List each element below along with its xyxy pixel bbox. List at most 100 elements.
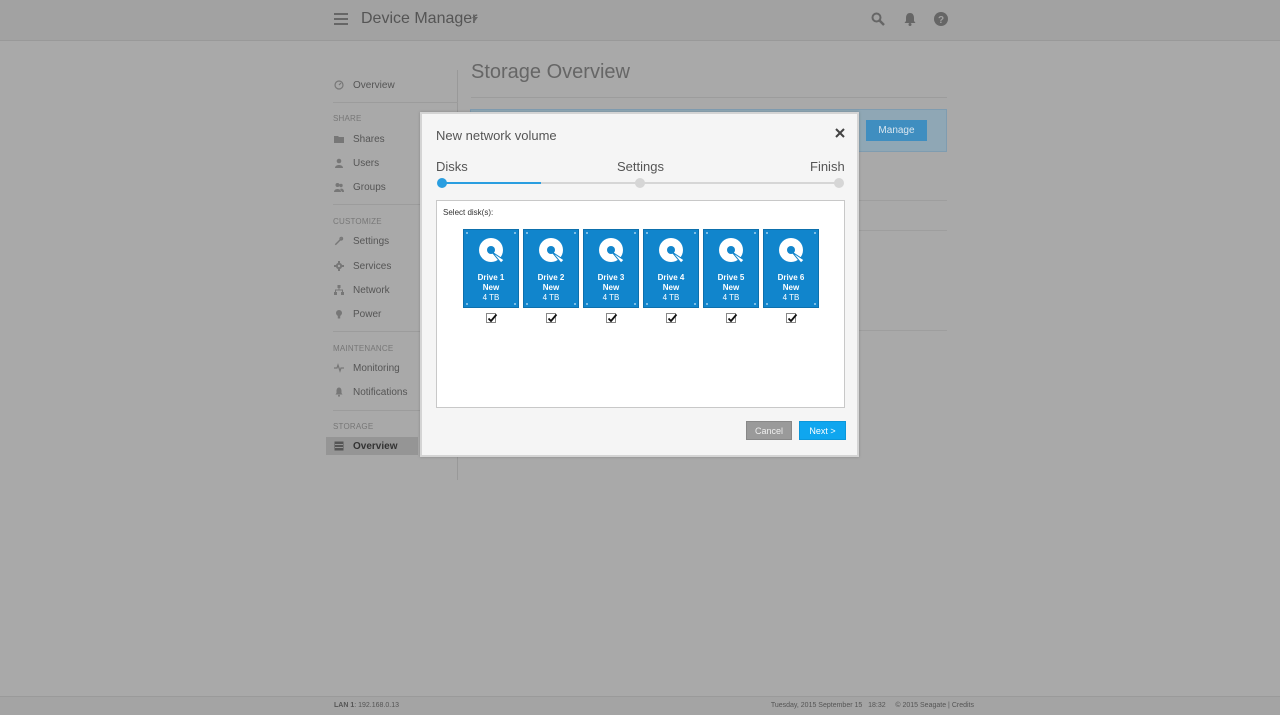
step-indicator-finish [834, 178, 844, 188]
section-storage: STORAGE [333, 422, 374, 431]
credits-link[interactable]: Credits [952, 702, 974, 709]
sidebar-item-power[interactable]: Power [326, 305, 418, 323]
divider [858, 200, 947, 201]
footer-info: Tuesday, 2015 September 15 18:32 © 2015 … [771, 702, 974, 709]
screw [646, 303, 648, 305]
hard-drive-icon [599, 238, 625, 264]
screw [526, 232, 528, 234]
divider [858, 330, 947, 331]
next-button[interactable]: Next > [799, 421, 846, 440]
drive-tile[interactable]: Drive 1 New 4 TB [463, 229, 519, 308]
drive-size: 4 TB [602, 293, 620, 302]
hard-drive-icon [779, 238, 805, 264]
hard-drive-icon [479, 238, 505, 264]
top-bar: Device Manager ? [0, 0, 1280, 41]
drive-tile[interactable]: Drive 4 New 4 TB [643, 229, 699, 308]
sidebar-item-label: Overview [353, 79, 395, 91]
drive-size: 4 TB [482, 293, 500, 302]
dialog-title: New network volume [436, 128, 557, 143]
drive-tile[interactable]: Drive 2 New 4 TB [523, 229, 579, 308]
drive-status: New [542, 283, 560, 292]
screw [574, 232, 576, 234]
close-icon[interactable] [832, 125, 848, 141]
screw [634, 232, 636, 234]
gear-icon [334, 261, 344, 271]
step-settings: Settings [617, 159, 664, 174]
screw [586, 303, 588, 305]
drive-tile[interactable]: Drive 3 New 4 TB [583, 229, 639, 308]
app-dropdown-caret-icon[interactable] [472, 17, 478, 21]
divider [858, 230, 947, 231]
user-icon [335, 158, 343, 168]
drive-size: 4 TB [722, 293, 740, 302]
drive-checkbox[interactable] [546, 313, 558, 323]
checkmark-icon [667, 313, 678, 323]
network-icon [334, 285, 344, 295]
sidebar-item-notifications[interactable]: Notifications [326, 383, 418, 401]
screw [754, 232, 756, 234]
sidebar-item-network[interactable]: Network [326, 281, 418, 299]
sidebar-item-storage-overview[interactable]: Overview [326, 437, 418, 455]
sidebar-item-settings[interactable]: Settings [326, 232, 418, 250]
screw [766, 232, 768, 234]
sidebar-item-users[interactable]: Users [326, 154, 418, 172]
drive-tile[interactable]: Drive 5 New 4 TB [703, 229, 759, 308]
drive-name: Drive 2 [537, 273, 565, 282]
screw [586, 232, 588, 234]
drive-size: 4 TB [662, 293, 680, 302]
drive-name: Drive 3 [597, 273, 625, 282]
drive-status: New [482, 283, 500, 292]
drive-status: New [782, 283, 800, 292]
screw [466, 232, 468, 234]
app-title[interactable]: Device Manager [361, 10, 478, 28]
drive-tile[interactable]: Drive 6 New 4 TB [763, 229, 819, 308]
sidebar-item-label: Power [353, 308, 382, 320]
drive-name: Drive 4 [657, 273, 685, 282]
section-share: SHARE [333, 114, 362, 123]
section-customize: CUSTOMIZE [333, 217, 382, 226]
sidebar-item-overview[interactable]: Overview [326, 76, 418, 94]
lightbulb-icon [336, 310, 342, 319]
bell-icon [335, 387, 343, 397]
drive-checkbox[interactable] [786, 313, 798, 323]
hard-drive-icon [539, 238, 565, 264]
sidebar-item-groups[interactable]: Groups [326, 178, 418, 196]
screw [814, 303, 816, 305]
drive-status: New [662, 283, 680, 292]
checkmark-icon [787, 313, 798, 323]
step-finish: Finish [810, 159, 845, 174]
drive-name: Drive 6 [777, 273, 805, 282]
menu-icon[interactable] [334, 13, 348, 25]
screw [766, 303, 768, 305]
screw [514, 303, 516, 305]
drive-name: Drive 5 [717, 273, 745, 282]
hard-drive-icon [659, 238, 685, 264]
sidebar-item-shares[interactable]: Shares [326, 130, 418, 148]
step-indicator-settings [635, 178, 645, 188]
screw [634, 303, 636, 305]
drive-checkbox[interactable] [666, 313, 678, 323]
sidebar-item-label: Shares [353, 133, 385, 145]
bell-icon[interactable] [902, 11, 918, 27]
cancel-button[interactable]: Cancel [746, 421, 792, 440]
manage-button[interactable]: Manage [866, 120, 927, 141]
help-icon[interactable]: ? [933, 11, 949, 27]
drive-status: New [602, 283, 620, 292]
search-icon[interactable] [870, 11, 886, 27]
drive-checkbox[interactable] [726, 313, 738, 323]
step-disks: Disks [436, 159, 468, 174]
sidebar-item-label: Notifications [353, 386, 408, 398]
sidebar-item-label: Groups [353, 181, 386, 193]
screw [706, 303, 708, 305]
datetime: Tuesday, 2015 September 15 18:32 [770, 702, 886, 709]
hard-drive-icon [719, 238, 745, 264]
step-indicator-disks [437, 178, 447, 188]
sidebar-item-services[interactable]: Services [326, 257, 418, 275]
drive-checkbox[interactable] [606, 313, 618, 323]
screw [706, 232, 708, 234]
drive-checkbox[interactable] [486, 313, 498, 323]
sidebar-item-monitoring[interactable]: Monitoring [326, 359, 418, 377]
screw [646, 232, 648, 234]
lan-status: LAN 1: 192.168.0.13 [334, 702, 399, 709]
sidebar-item-label: Users [353, 157, 380, 169]
